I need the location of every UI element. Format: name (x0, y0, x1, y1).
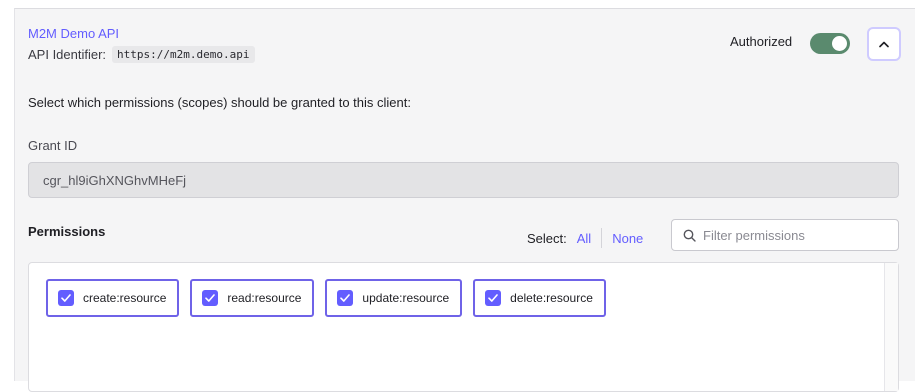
select-none-link[interactable]: None (612, 231, 643, 246)
check-icon (61, 294, 71, 302)
grant-id-label: Grant ID (28, 138, 78, 153)
select-controls: Select: All None (527, 228, 643, 248)
search-icon (683, 229, 696, 242)
check-icon (488, 294, 498, 302)
permission-checkbox[interactable] (485, 290, 502, 306)
permission-label: update:resource (362, 291, 450, 305)
grant-id-field: cgr_hl9iGhXNGhvMHeFj (28, 162, 899, 198)
toggle-knob (832, 36, 847, 51)
permission-chip-create[interactable]: create:resource (46, 279, 180, 317)
permission-checkbox[interactable] (58, 290, 74, 306)
grant-id-value: cgr_hl9iGhXNGhvMHeFj (43, 172, 187, 188)
api-name[interactable]: M2M Demo API (28, 26, 119, 41)
select-all-link[interactable]: All (577, 231, 591, 246)
permissions-list: create:resource read:resource update:res… (28, 262, 899, 392)
api-identifier-value: https://m2m.demo.api (112, 46, 255, 63)
permissions-label: Permissions (28, 224, 106, 239)
filter-permissions-field[interactable] (671, 219, 899, 251)
check-icon (205, 294, 216, 302)
collapse-button[interactable] (867, 27, 901, 61)
chevron-up-icon (879, 41, 889, 47)
permission-chips: create:resource read:resource update:res… (46, 279, 606, 317)
permission-label: read:resource (227, 291, 302, 305)
permissions-scrollbar[interactable] (884, 263, 898, 391)
authorized-label: Authorized (730, 34, 793, 49)
api-grant-panel: M2M Demo API API Identifier: https://m2m… (14, 8, 915, 392)
authorized-toggle[interactable] (810, 33, 850, 54)
permission-chip-update[interactable]: update:resource (325, 279, 463, 317)
check-icon (340, 294, 351, 302)
permission-checkbox[interactable] (202, 290, 219, 306)
api-identifier-row: API Identifier: https://m2m.demo.api (28, 46, 255, 63)
permission-label: delete:resource (510, 291, 593, 305)
permission-label: create:resource (83, 291, 167, 305)
select-label: Select: (527, 230, 567, 246)
permission-chip-read[interactable]: read:resource (190, 279, 315, 317)
api-identifier-label: API Identifier: (28, 47, 107, 62)
permission-checkbox[interactable] (337, 290, 354, 306)
scopes-instruction: Select which permissions (scopes) should… (28, 95, 411, 110)
filter-permissions-input[interactable] (703, 227, 883, 243)
select-divider (601, 228, 603, 248)
permission-chip-delete[interactable]: delete:resource (473, 279, 606, 317)
